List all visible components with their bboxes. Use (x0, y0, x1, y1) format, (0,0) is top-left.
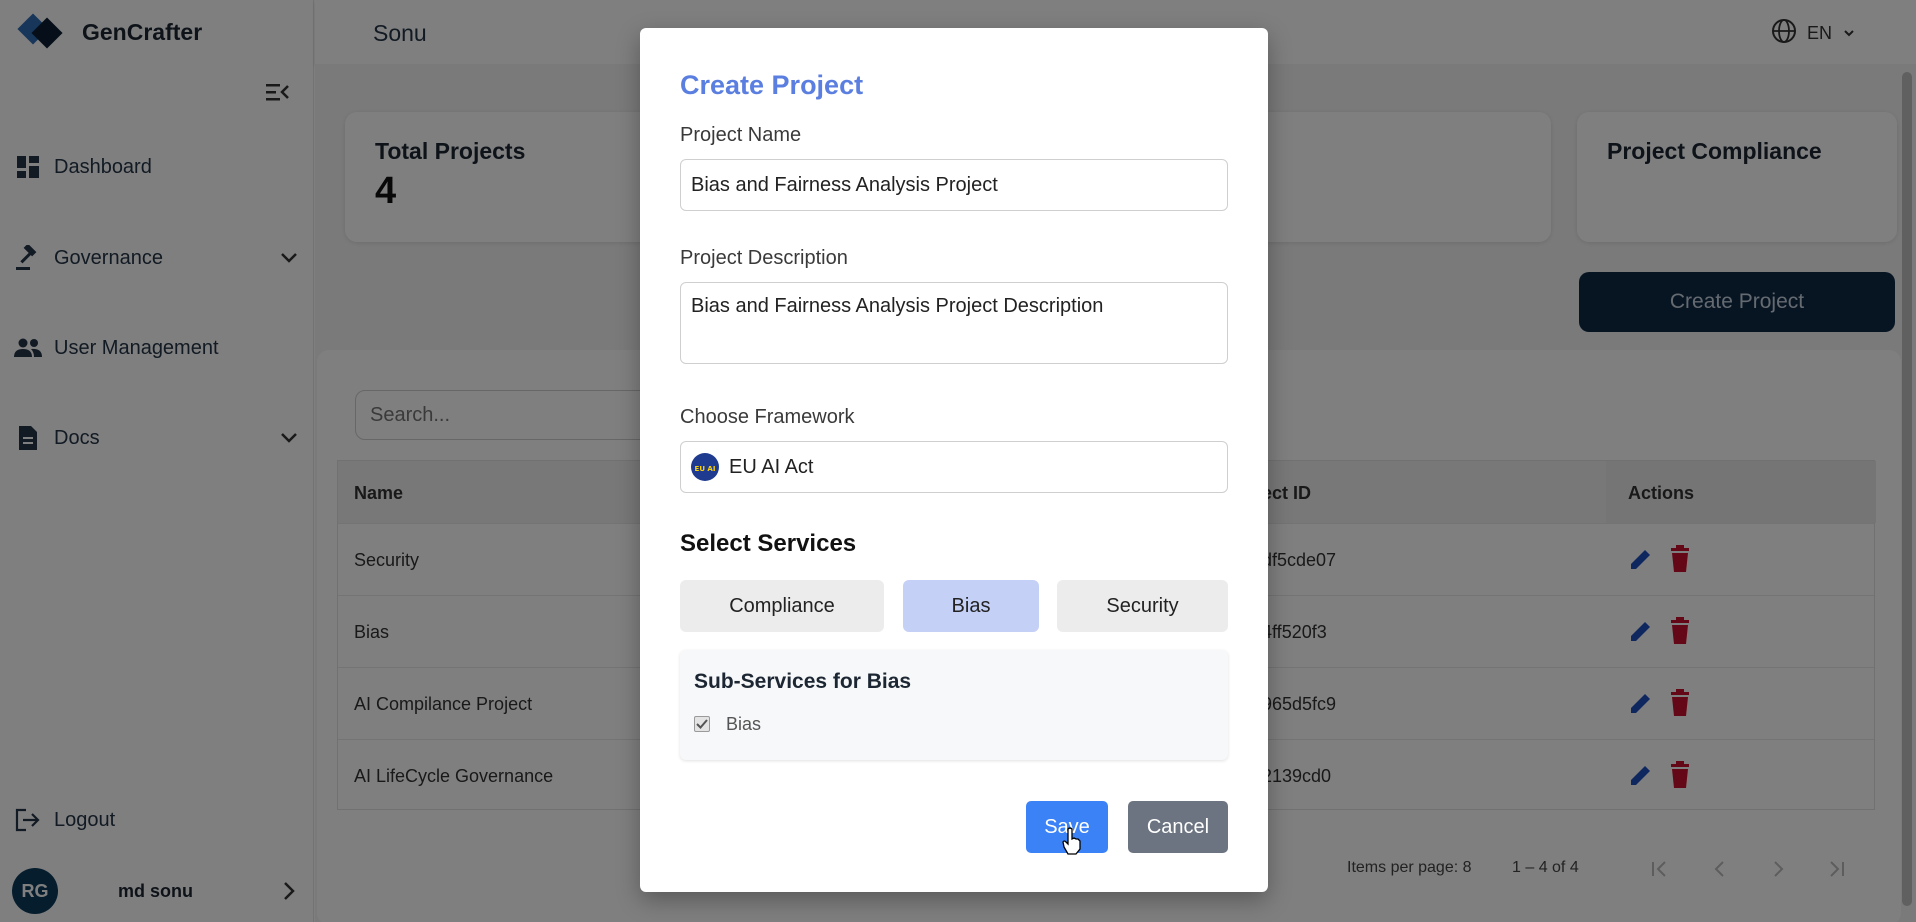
service-security-button[interactable]: Security (1057, 580, 1228, 632)
framework-select[interactable]: EU AI EU AI Act (680, 441, 1228, 493)
eu-flag-icon: EU AI (691, 453, 719, 481)
sub-services-title: Sub-Services for Bias (694, 670, 912, 693)
select-services-title: Select Services (680, 530, 857, 557)
sub-services-panel: Sub-Services for Bias Bias (680, 650, 1228, 760)
hand-cursor-icon (1062, 827, 1082, 855)
service-bias-button[interactable]: Bias (903, 580, 1039, 632)
dialog-title: Create Project (680, 70, 864, 100)
framework-label: Choose Framework (680, 406, 855, 428)
framework-value: EU AI Act (729, 455, 814, 478)
project-description-label: Project Description (680, 247, 848, 269)
cancel-button[interactable]: Cancel (1128, 801, 1228, 853)
project-description-field[interactable]: Bias and Fairness Analysis Project Descr… (680, 282, 1228, 364)
sub-service-checkbox[interactable] (694, 716, 710, 732)
eu-flag-text: EU AI (695, 465, 716, 473)
project-name-field[interactable]: Bias and Fairness Analysis Project (680, 159, 1228, 211)
sub-service-label[interactable]: Bias (726, 714, 761, 735)
create-project-dialog: Create Project Project Name Bias and Fai… (640, 28, 1268, 892)
project-name-label: Project Name (680, 124, 802, 146)
service-compliance-button[interactable]: Compliance (680, 580, 884, 632)
